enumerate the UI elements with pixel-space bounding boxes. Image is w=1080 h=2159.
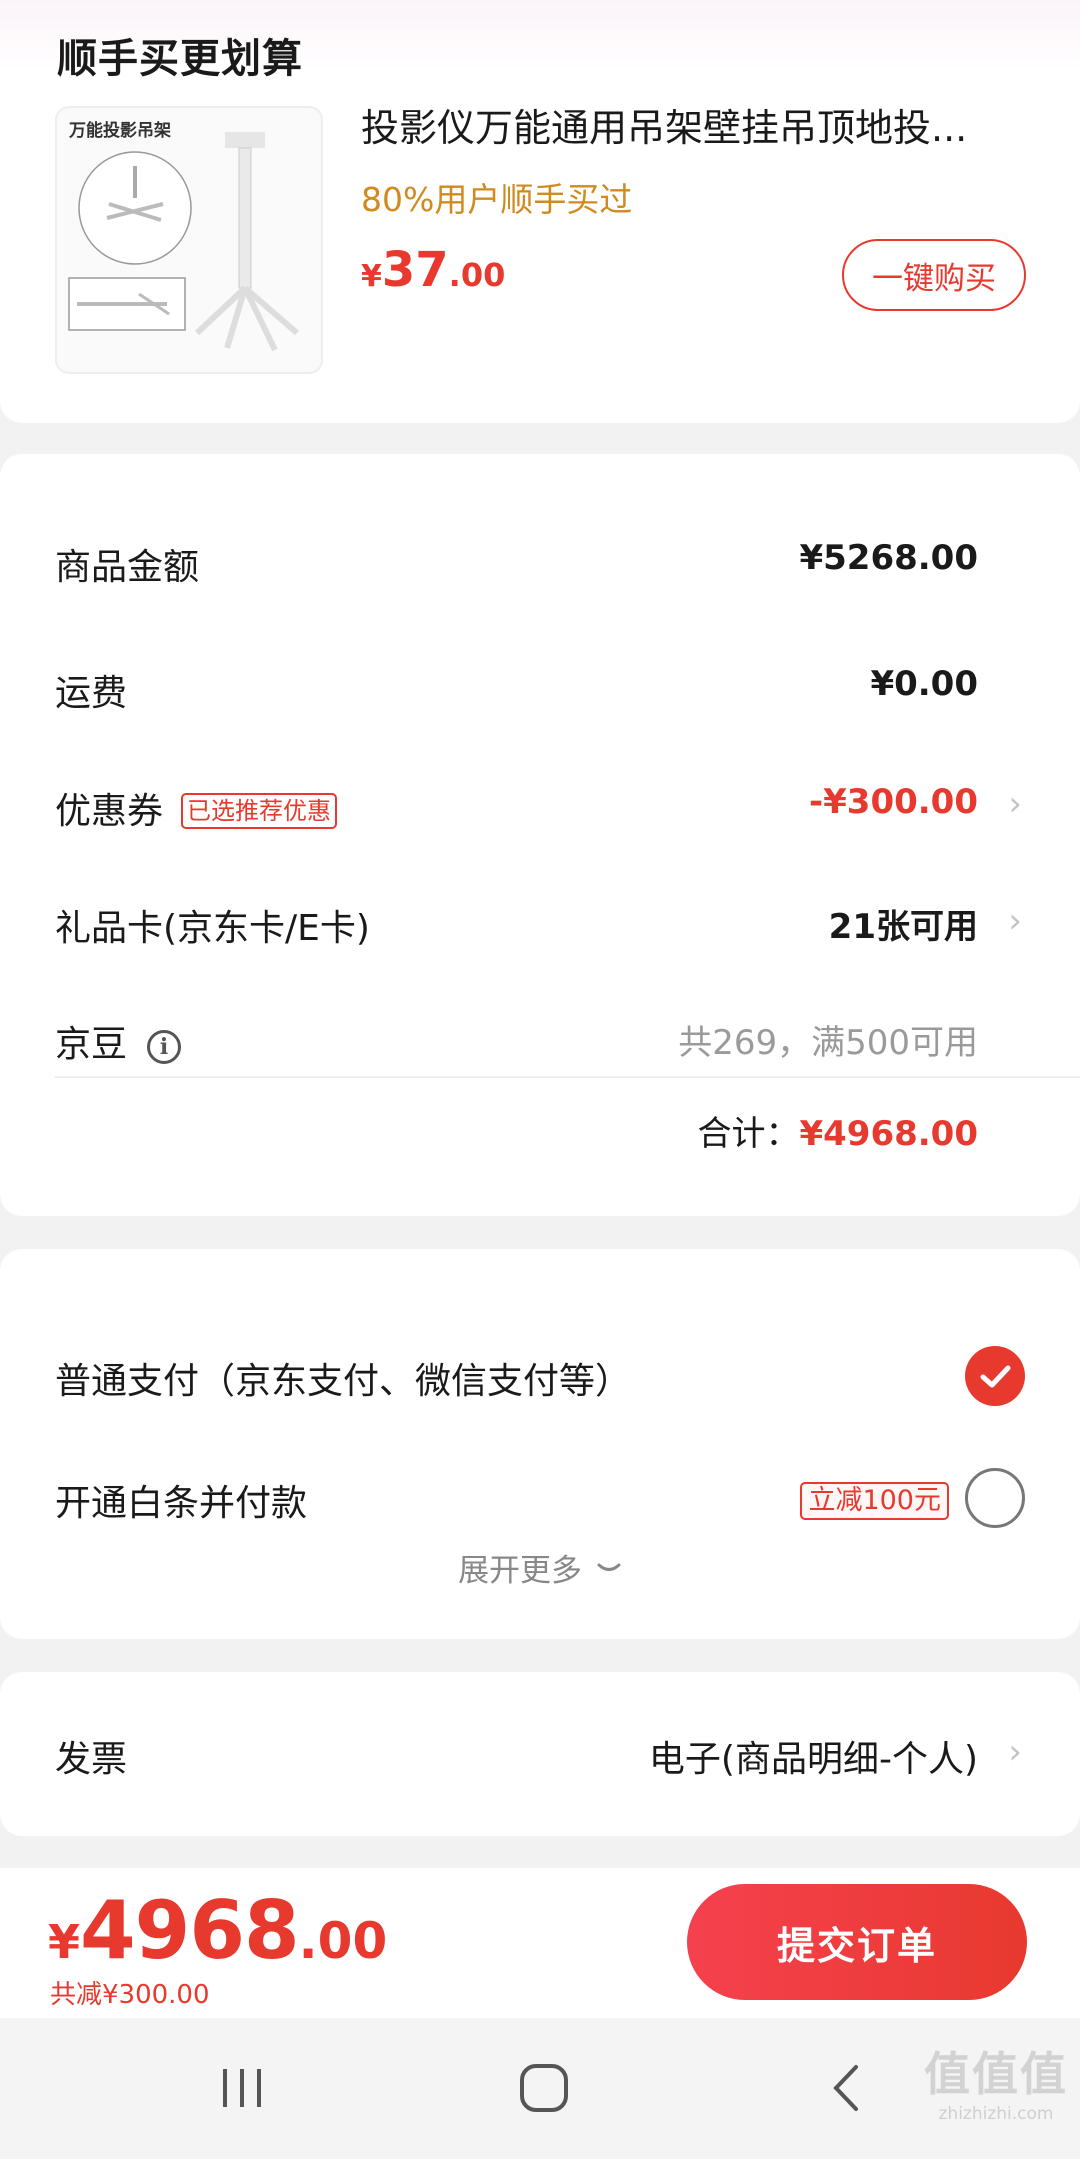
expand-more-button[interactable]: 展开更多 (0, 1545, 1080, 1590)
coupon-value: -¥300.00 (809, 782, 978, 822)
shipping-row: 运费 ¥0.00 (55, 646, 1080, 726)
product-image-caption: 万能投影吊架 (69, 121, 171, 141)
product-tag: 80%用户顺手买过 (361, 180, 633, 219)
radio-unchecked[interactable] (965, 1468, 1025, 1528)
product-image[interactable]: 万能投影吊架 (55, 106, 323, 374)
chevron-right-icon: › (1008, 901, 1022, 941)
goods-amount-label: 商品金额 (55, 547, 200, 588)
giftcard-label: 礼品卡(京东卡/E卡) (55, 908, 370, 949)
invoice-row[interactable]: 发票 电子(商品明细-个人) › (55, 1712, 1080, 1792)
home-icon[interactable] (494, 2058, 594, 2118)
info-icon[interactable]: i (147, 1030, 182, 1064)
pay-currency: ¥ (48, 1915, 81, 1969)
addon-card: 顺手买更划算 万能投影吊架 投影仪万能通用吊架壁挂吊顶地投... 80%用户顺手… (0, 0, 1080, 423)
coupon-recommend-tag: 已选推荐优惠 (181, 793, 338, 829)
system-nav-bar: 值值值 zhizhizhi.com (0, 2018, 1080, 2159)
check-icon[interactable] (965, 1346, 1025, 1406)
product-price: ¥37.00 (361, 242, 505, 298)
total-label: 合计： (697, 1114, 800, 1154)
coupon-row[interactable]: 优惠券 已选推荐优惠 -¥300.00 › (55, 764, 1080, 844)
total-row: 合计：¥4968.00 (697, 1106, 978, 1155)
one-click-buy-button[interactable]: 一键购买 (842, 239, 1026, 311)
jingdou-label: 京豆 (55, 1024, 128, 1065)
price-decimal: .00 (448, 256, 506, 294)
pay-total-price: ¥4968.00 (48, 1884, 387, 1977)
price-integer: 37 (381, 242, 449, 298)
payment-normal-label: 普通支付（京东支付、微信支付等） (55, 1361, 632, 1402)
submit-order-button[interactable]: 提交订单 (687, 1884, 1027, 2000)
product-name[interactable]: 投影仪万能通用吊架壁挂吊顶地投... (361, 97, 1001, 152)
baitiao-promo-tag: 立减100元 (800, 1482, 949, 1520)
submit-bar: ¥4968.00 共减¥300.00 提交订单 (0, 1868, 1080, 2018)
watermark: 值值值 zhizhizhi.com (924, 2038, 1068, 2124)
total-value: ¥4968.00 (799, 1114, 978, 1154)
back-icon[interactable] (796, 2058, 896, 2118)
payment-baitiao-label: 开通白条并付款 (55, 1483, 308, 1524)
chevron-right-icon: › (1008, 784, 1022, 824)
price-currency: ¥ (361, 259, 382, 294)
payment-option-baitiao[interactable]: 开通白条并付款 立减100元 (55, 1454, 1080, 1534)
chevron-down-icon (597, 1563, 621, 1571)
pay-integer: 4968 (80, 1884, 300, 1977)
coupon-label: 优惠券 (55, 791, 164, 832)
pay-decimal: .00 (298, 1912, 388, 1970)
shipping-label: 运费 (55, 673, 128, 714)
payment-card: 普通支付（京东支付、微信支付等） 开通白条并付款 立减100元 展开更多 (0, 1249, 1080, 1639)
goods-amount-row: 商品金额 ¥5268.00 (55, 520, 1080, 600)
invoice-label: 发票 (55, 1739, 128, 1780)
recents-icon[interactable] (192, 2058, 292, 2118)
jingdou-value: 共269，满500可用 (678, 1023, 978, 1063)
invoice-card[interactable]: 发票 电子(商品明细-个人) › (0, 1672, 1080, 1836)
watermark-domain: zhizhizhi.com (938, 2104, 1054, 2124)
jingdou-row: 京豆 i 共269，满500可用 (55, 997, 1080, 1077)
mount-illustration (68, 132, 299, 352)
invoice-value: 电子(商品明细-个人) (648, 1739, 978, 1780)
payment-option-normal[interactable]: 普通支付（京东支付、微信支付等） (55, 1332, 1080, 1412)
addon-title: 顺手买更划算 (57, 36, 303, 82)
amount-card: 商品金额 ¥5268.00 运费 ¥0.00 优惠券 已选推荐优惠 -¥300.0… (0, 454, 1080, 1216)
shipping-value: ¥0.00 (870, 664, 978, 704)
chevron-right-icon: › (1008, 1732, 1022, 1772)
expand-more-label: 展开更多 (458, 1553, 583, 1589)
giftcard-value: 21张可用 (828, 907, 978, 947)
giftcard-row[interactable]: 礼品卡(京东卡/E卡) 21张可用 › (55, 881, 1080, 961)
saved-amount: 共减¥300.00 (50, 1980, 210, 2010)
watermark-text: 值值值 (924, 2047, 1068, 2101)
divider (55, 1076, 1080, 1078)
goods-amount-value: ¥5268.00 (799, 538, 978, 578)
